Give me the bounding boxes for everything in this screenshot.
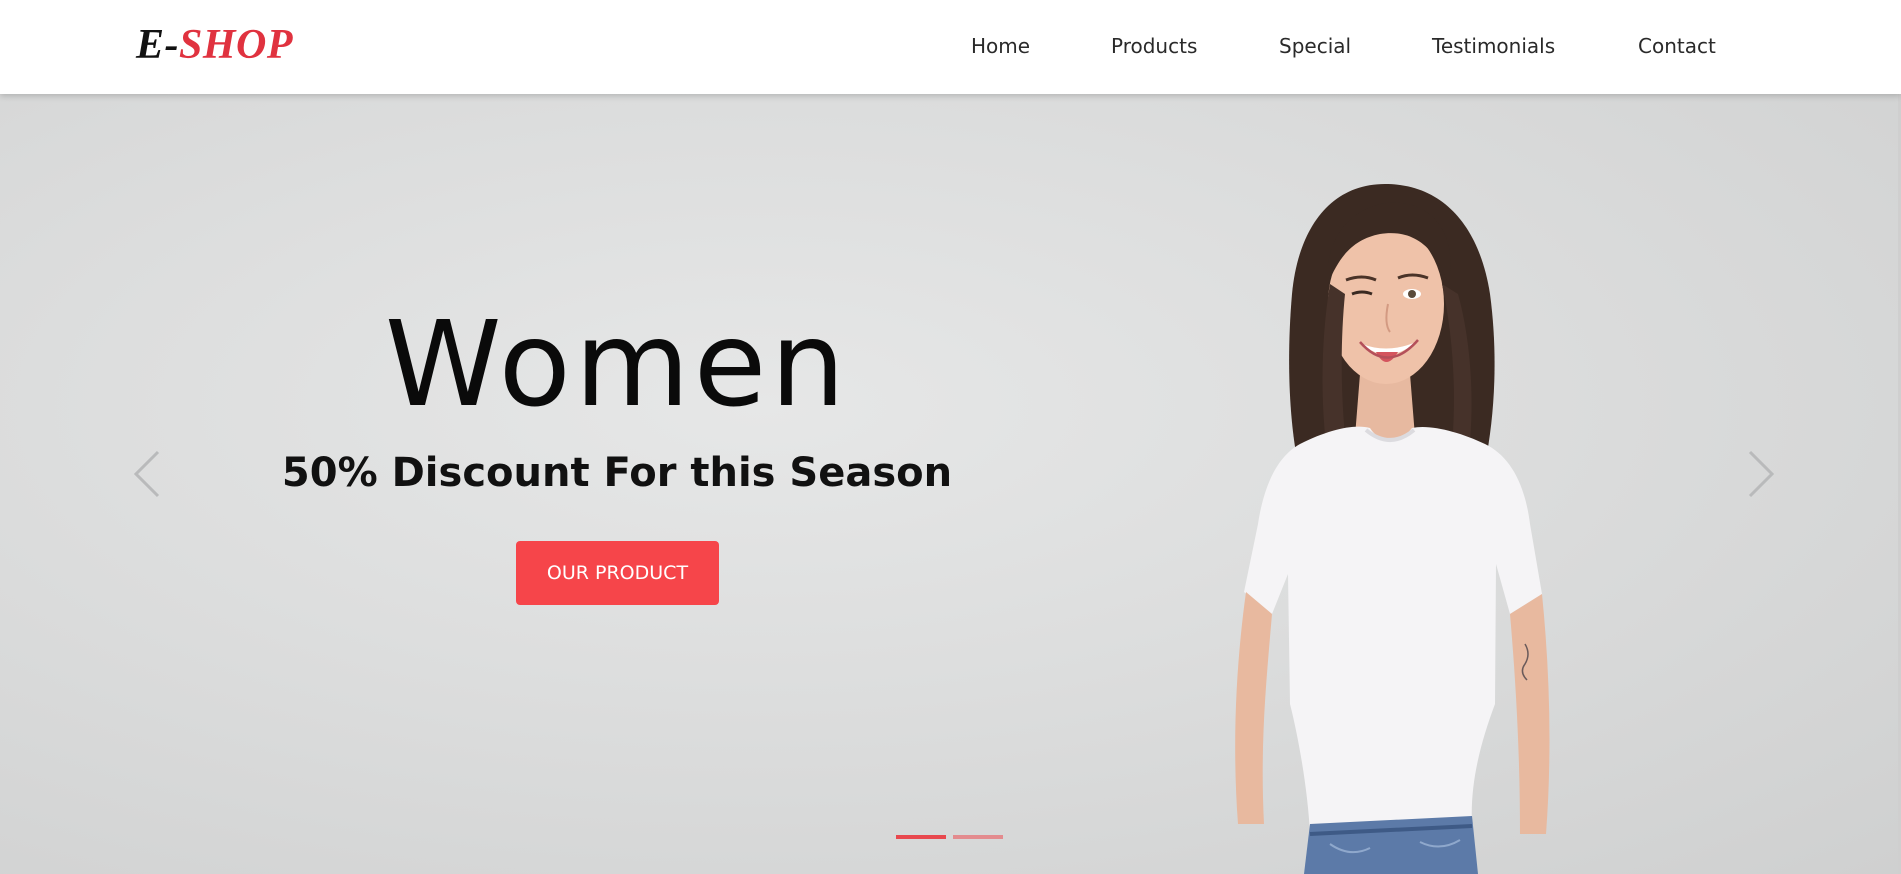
carousel-indicator-1[interactable] (896, 835, 946, 839)
nav-home[interactable]: Home (971, 30, 1030, 62)
hero-model-image (1180, 144, 1600, 874)
hero-carousel: Women 50% Discount For this Season OUR P… (0, 94, 1901, 874)
nav-testimonials[interactable]: Testimonials (1432, 30, 1555, 62)
nav-contact[interactable]: Contact (1638, 30, 1716, 62)
logo-separator: - (164, 22, 180, 68)
hero-subtitle: 50% Discount For this Season (281, 450, 953, 496)
our-product-button[interactable]: OUR PRODUCT (516, 541, 719, 605)
nav-special[interactable]: Special (1279, 30, 1351, 62)
chevron-right-icon (1748, 450, 1775, 498)
chevron-left-icon (133, 450, 160, 498)
site-logo[interactable]: E-SHOP (136, 20, 293, 70)
logo-prefix: E (136, 22, 165, 68)
carousel-prev-button[interactable] (122, 444, 172, 504)
nav-products[interactable]: Products (1111, 30, 1197, 62)
carousel-next-button[interactable] (1736, 444, 1786, 504)
site-header: E-SHOP Home Products Special Testimonial… (0, 0, 1901, 94)
carousel-indicator-2[interactable] (953, 835, 1003, 839)
hero-title: Women (384, 295, 850, 433)
logo-brand: SHOP (179, 22, 294, 68)
